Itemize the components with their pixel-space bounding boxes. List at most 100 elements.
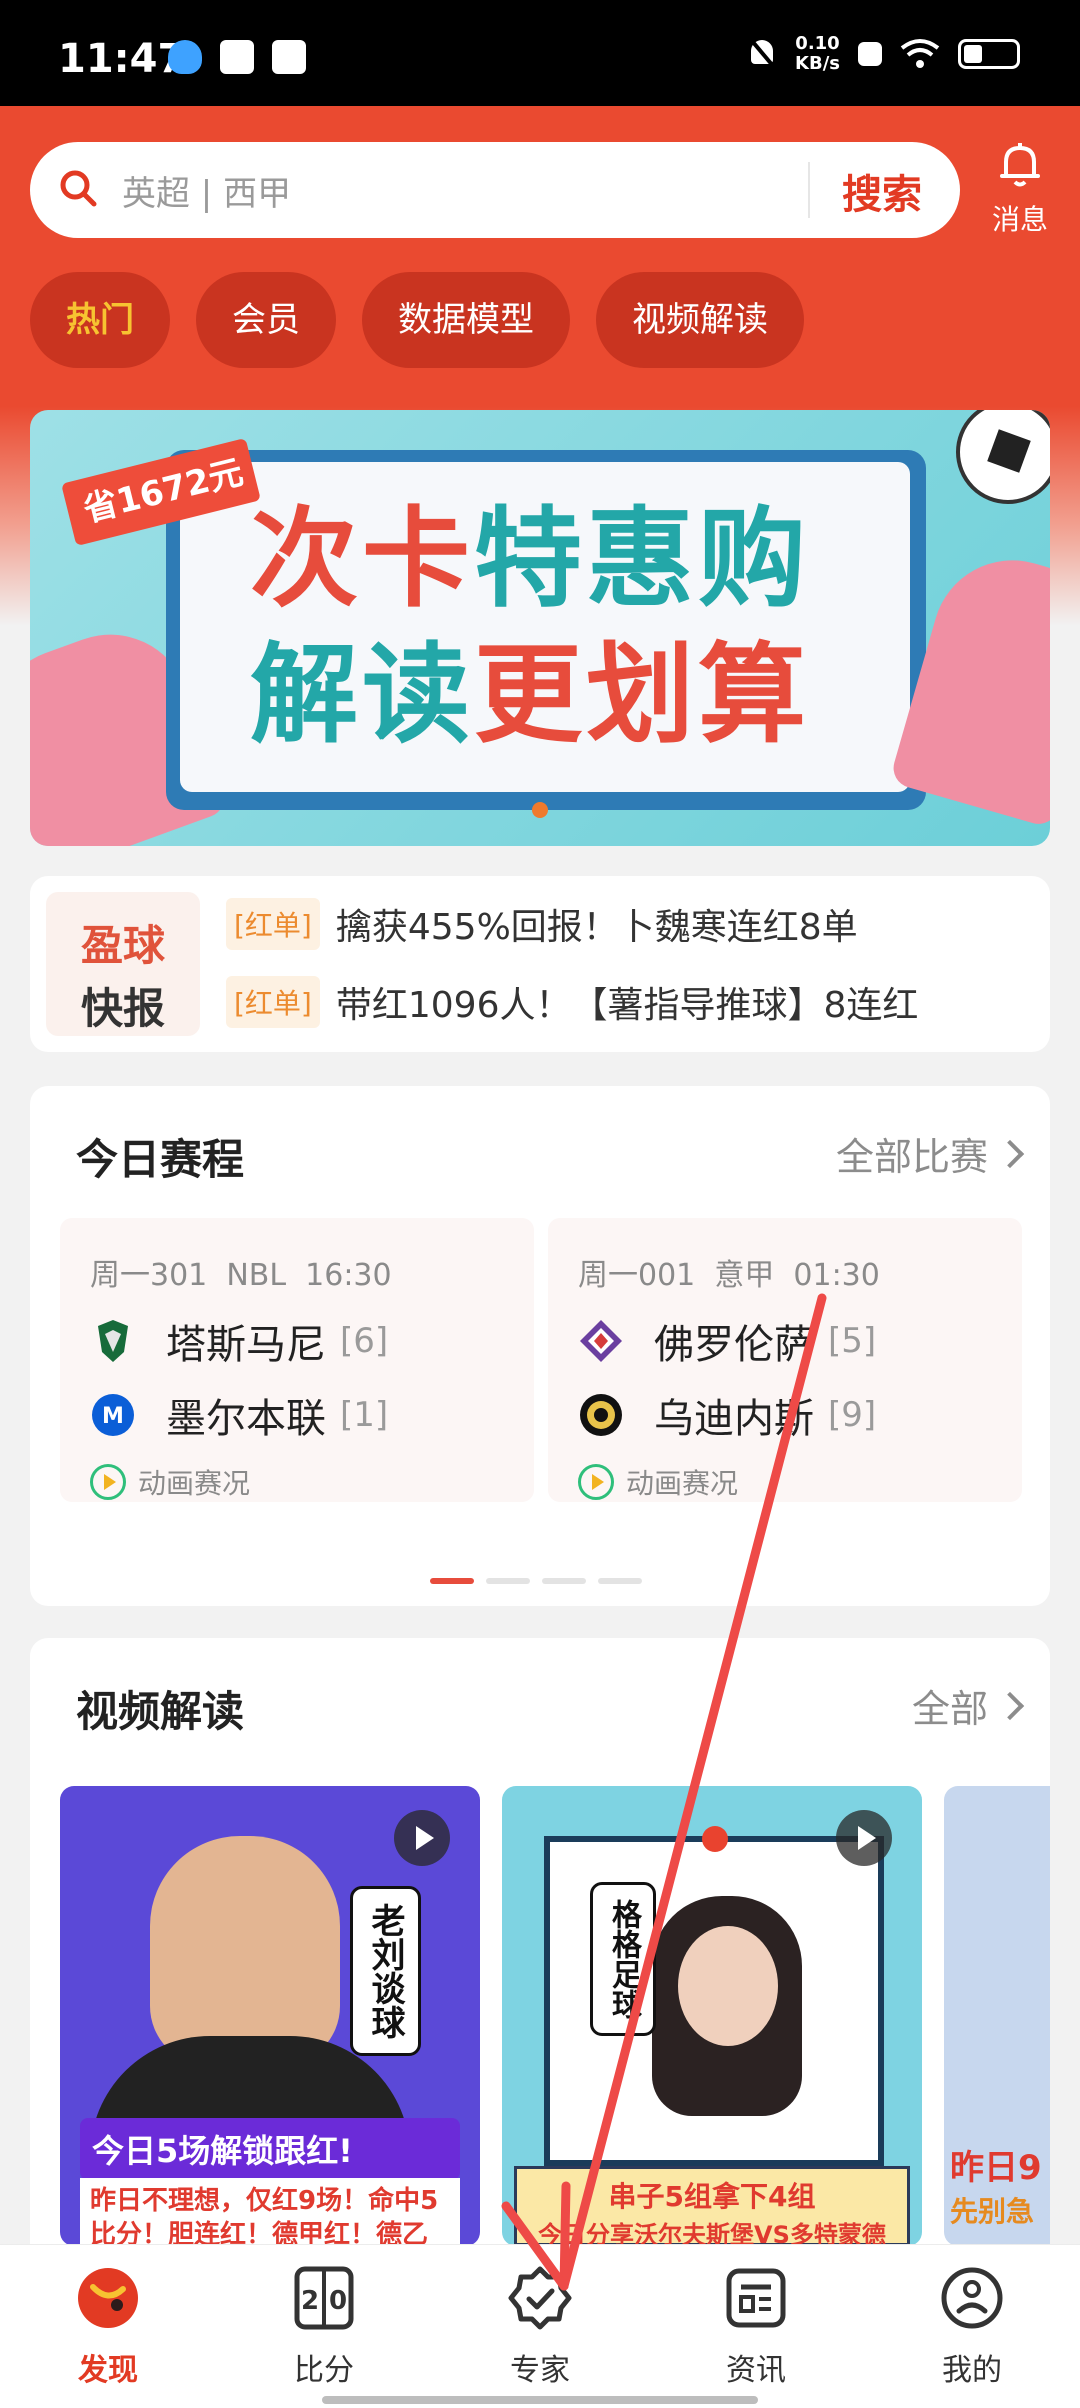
video-channel-tag: 格格足球	[590, 1882, 656, 2036]
team-row: M 墨尔本联 [1]	[90, 1386, 388, 1444]
video-headline: 昨日9 先别急	[950, 2148, 1042, 2228]
message-notification-icon	[220, 40, 254, 74]
team-row: 塔斯马尼 [6]	[90, 1312, 388, 1370]
play-circle-icon	[578, 1464, 614, 1500]
animated-live-link[interactable]: 动画赛况	[90, 1462, 250, 1502]
nav-expert[interactable]: 专家	[470, 2265, 610, 2389]
play-circle-icon	[90, 1464, 126, 1500]
discover-icon	[78, 2268, 138, 2328]
football-icon	[956, 410, 1050, 504]
team-rank: [5]	[828, 1321, 877, 1361]
status-right: 0.10 KB/s	[747, 34, 1020, 74]
nav-discover[interactable]: 发现	[38, 2265, 178, 2389]
search-input[interactable]: 英超 | 西甲	[122, 166, 291, 215]
net-speed-unit: KB/s	[795, 53, 840, 74]
schedule-pager	[430, 1578, 642, 1584]
svg-text:2: 2	[301, 2286, 319, 2316]
status-bar: 11:47 0.10 KB/s	[0, 0, 1080, 106]
animated-live-link[interactable]: 动画赛况	[578, 1462, 738, 1502]
tab-hot[interactable]: 热门	[30, 272, 170, 368]
news-text: 擒获455%回报！卜魏寒连红8单	[335, 907, 858, 948]
play-icon	[394, 1810, 450, 1866]
bell-icon	[1000, 143, 1040, 187]
news-item[interactable]: [红单] 带红1096人！【薯指导推球】8连红	[226, 976, 918, 1028]
nav-news[interactable]: 资讯	[686, 2265, 826, 2389]
team-logo-icon	[98, 1320, 128, 1362]
search-icon	[60, 170, 97, 207]
video-channel-tag: 老刘谈球	[350, 1886, 421, 2056]
today-schedule: 今日赛程 全部比赛 周一301 NBL 16:30 塔斯马尼 [6] M 墨尔本…	[30, 1086, 1050, 1606]
host-photo	[150, 1836, 340, 2066]
search-bar[interactable]: 英超 | 西甲 搜索	[30, 142, 960, 238]
team-logo-icon	[580, 1320, 622, 1362]
banner-headline-2: 解读更划算	[250, 633, 811, 758]
home-indicator[interactable]	[322, 2396, 758, 2404]
team-logo-icon	[580, 1394, 622, 1436]
tab-member[interactable]: 会员	[196, 272, 336, 368]
qq-icon	[168, 40, 202, 74]
tab-data-model[interactable]: 数据模型	[362, 272, 570, 368]
team-rank: [9]	[828, 1395, 877, 1435]
expert-icon	[508, 2266, 572, 2330]
video-card[interactable]: 格格足球 串子5组拿下4组 今日分享沃尔夫斯堡VS多特蒙德	[502, 1786, 922, 2246]
news-item[interactable]: [红单] 擒获455%回报！卜魏寒连红8单	[226, 898, 858, 950]
chevron-right-icon	[995, 1691, 1025, 1720]
sim-off-icon	[858, 42, 882, 66]
chevron-right-icon	[995, 1139, 1025, 1168]
host-face	[678, 1926, 778, 2046]
nav-score[interactable]: 2 0 比分	[254, 2265, 394, 2389]
video-subtitle: 昨日不理想，仅红9场！命中5比分！胆连红！德甲红！德乙恩路错误 会日破处回来！	[80, 2178, 460, 2246]
category-tabs: 热门 会员 数据模型 视频解读	[30, 272, 804, 368]
team-name: 塔斯马尼	[166, 1322, 326, 1368]
video-analysis-section: 视频解读 全部 老刘谈球 今日5场解锁跟红! 昨日不理想，仅红9场！命中5比分！…	[30, 1638, 1050, 2258]
mute-icon	[747, 38, 777, 70]
battery-icon	[958, 39, 1020, 69]
all-videos-link[interactable]: 全部	[912, 1678, 1025, 1733]
wifi-icon	[900, 39, 940, 68]
team-row: 佛罗伦萨 [5]	[578, 1312, 876, 1370]
net-speed-value: 0.10	[795, 33, 840, 54]
match-card[interactable]: 周一301 NBL 16:30 塔斯马尼 [6] M 墨尔本联 [1] 动画赛况	[60, 1218, 534, 1502]
team-name: 佛罗伦萨	[654, 1322, 814, 1368]
team-rank: [6]	[340, 1321, 389, 1361]
svg-text:M: M	[102, 1404, 124, 1429]
banner-pager-dot	[532, 802, 548, 818]
team-row: 乌迪内斯 [9]	[578, 1386, 876, 1444]
app-notification-icon	[272, 40, 306, 74]
news-flash-card[interactable]: 盈球 快报 [红单] 擒获455%回报！卜魏寒连红8单 [红单] 带红1096人…	[30, 876, 1050, 1052]
match-meta: 周一301 NBL 16:30	[90, 1258, 392, 1293]
pin-icon	[702, 1826, 728, 1852]
status-time: 11:47	[58, 36, 186, 82]
video-card[interactable]: 老刘谈球 今日5场解锁跟红! 昨日不理想，仅红9场！命中5比分！胆连红！德甲红！…	[60, 1786, 480, 2246]
news-tag: [红单]	[226, 976, 320, 1028]
video-headline: 串子5组拿下4组 今日分享沃尔夫斯堡VS多特蒙德	[514, 2166, 910, 2246]
promo-banner[interactable]: 省1672元 次卡特惠购 解读更划算	[30, 410, 1050, 846]
pager-dot	[486, 1578, 530, 1584]
play-icon	[836, 1810, 892, 1866]
search-button[interactable]: 搜索	[842, 162, 922, 220]
net-speed: 0.10 KB/s	[795, 34, 840, 74]
pager-dot	[542, 1578, 586, 1584]
match-card[interactable]: 周一001 意甲 01:30 佛罗伦萨 [5] 乌迪内斯 [9] 动画赛况	[548, 1218, 1022, 1502]
nav-profile[interactable]: 我的	[902, 2265, 1042, 2389]
news-flash-logo: 盈球 快报	[46, 892, 200, 1036]
message-label: 消息	[991, 203, 1048, 236]
message-button[interactable]: 消息	[988, 142, 1052, 238]
svg-text:0: 0	[329, 2286, 347, 2316]
section-title: 视频解读	[76, 1687, 245, 1736]
video-headline: 今日5场解锁跟红!	[80, 2118, 460, 2180]
team-rank: [1]	[340, 1395, 389, 1435]
pager-dot	[430, 1578, 474, 1584]
news-icon	[726, 2268, 786, 2328]
video-card[interactable]: 昨日9 先别急	[944, 1786, 1050, 2246]
pager-dot	[598, 1578, 642, 1584]
search-divider	[808, 162, 810, 218]
news-text: 带红1096人！【薯指导推球】8连红	[335, 985, 919, 1026]
score-icon: 2 0	[294, 2266, 354, 2330]
all-matches-link[interactable]: 全部比赛	[836, 1126, 1025, 1181]
team-name: 乌迪内斯	[654, 1396, 814, 1442]
section-title: 今日赛程	[76, 1135, 245, 1184]
bottom-nav: 发现 2 0 比分 专家 资讯 我的	[0, 2244, 1080, 2408]
tab-video-analysis[interactable]: 视频解读	[596, 272, 804, 368]
news-tag: [红单]	[226, 898, 320, 950]
